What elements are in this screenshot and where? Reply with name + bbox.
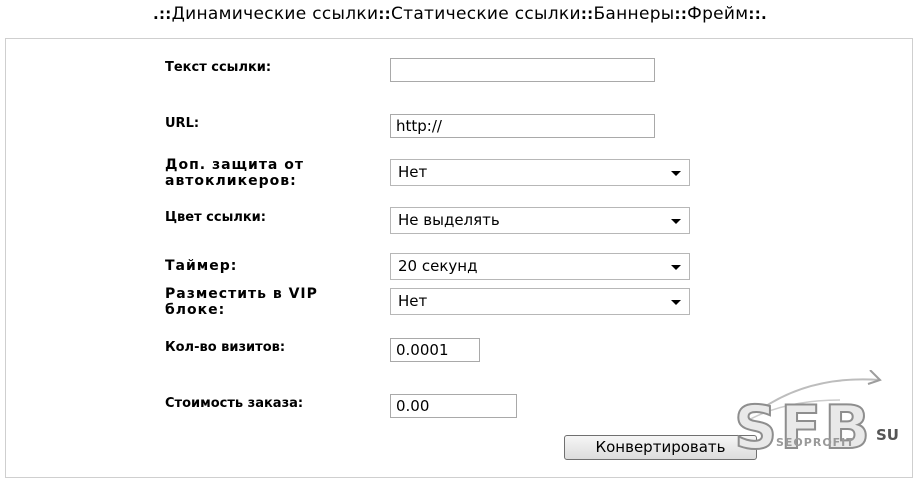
link-text-input[interactable] xyxy=(390,58,655,82)
chevron-down-icon xyxy=(671,171,681,176)
protection-label: Доп. защита от автокликеров: xyxy=(165,157,304,189)
timer-select[interactable]: 20 секунд xyxy=(390,253,690,280)
cost-label: Стоимость заказа: xyxy=(165,396,304,411)
protection-label-line1: Доп. защита от xyxy=(165,157,304,173)
link-text-label: Текст ссылки: xyxy=(165,60,272,75)
vip-label-line1: Разместить в VIP xyxy=(165,286,318,302)
vip-select-value: Нет xyxy=(398,292,428,310)
link-color-select[interactable]: Не выделять xyxy=(390,207,690,234)
chevron-down-icon xyxy=(671,265,681,270)
nav-prefix: .:: xyxy=(152,5,172,23)
vip-label-line2: блоке: xyxy=(165,302,226,318)
visits-label: Кол-во визитов: xyxy=(165,340,286,355)
timer-select-value: 20 секунд xyxy=(398,257,478,275)
link-color-label: Цвет ссылки: xyxy=(165,210,266,225)
protection-select[interactable]: Нет xyxy=(390,159,690,186)
site-watermark-logo: SFB SEOPROFIT SU xyxy=(720,370,915,465)
nav-frame[interactable]: Фрейм xyxy=(687,4,748,24)
timer-label: Таймер: xyxy=(165,258,238,274)
watermark-domain-text: SU xyxy=(876,426,899,444)
watermark-sub-text: SEOPROFIT xyxy=(776,436,855,449)
link-color-select-value: Не выделять xyxy=(398,211,500,229)
nav-suffix: ::. xyxy=(748,5,768,23)
nav-dynamic-links[interactable]: Динамические ссылки xyxy=(172,4,379,24)
chevron-down-icon xyxy=(671,219,681,224)
protection-select-value: Нет xyxy=(398,163,428,181)
watermark-main-text: SFB xyxy=(733,393,873,463)
visits-input[interactable] xyxy=(390,338,480,362)
nav-separator: :: xyxy=(378,5,391,23)
vip-label: Разместить в VIP блоке: xyxy=(165,286,318,318)
top-navigation: .::Динамические ссылки::Статические ссыл… xyxy=(0,4,920,24)
nav-separator: :: xyxy=(580,5,594,23)
nav-static-links[interactable]: Статические ссылки xyxy=(391,4,581,24)
url-input[interactable] xyxy=(390,114,655,138)
vip-select[interactable]: Нет xyxy=(390,288,690,315)
protection-label-line2: автокликеров: xyxy=(165,173,297,189)
chevron-down-icon xyxy=(671,300,681,305)
url-label: URL: xyxy=(165,116,200,131)
cost-input[interactable] xyxy=(390,394,517,418)
nav-separator: :: xyxy=(674,5,688,23)
nav-banners[interactable]: Баннеры xyxy=(593,4,674,24)
